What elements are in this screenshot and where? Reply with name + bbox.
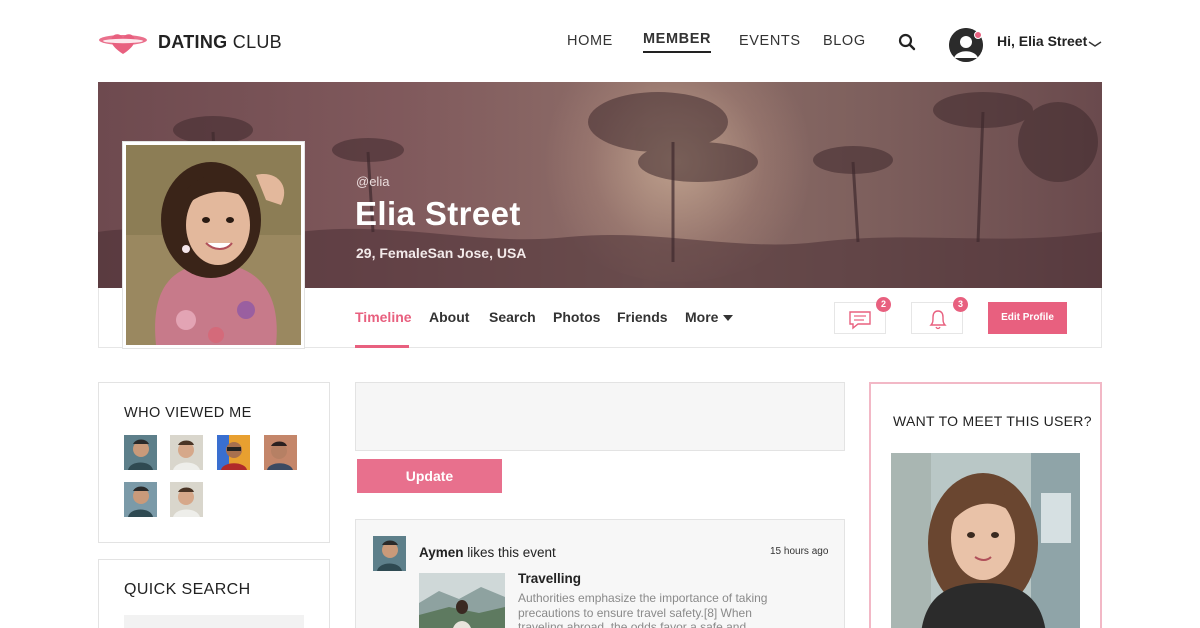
- nav-blog[interactable]: BLOG: [823, 33, 866, 49]
- viewer-avatar[interactable]: [124, 482, 157, 517]
- tab-more[interactable]: More: [685, 309, 734, 325]
- feed-activity-text: Aymen likes this event: [419, 545, 556, 560]
- meet-user-title: WANT TO MEET THIS USER?: [893, 413, 1092, 429]
- meet-user-photo[interactable]: [891, 453, 1080, 628]
- viewer-avatar[interactable]: [264, 435, 297, 470]
- nav-member[interactable]: MEMBER: [643, 31, 712, 53]
- feed-timestamp: 15 hours ago: [770, 546, 829, 557]
- feed-user-avatar[interactable]: [373, 536, 406, 571]
- profile-meta: 29, FemaleSan Jose, USA: [356, 245, 527, 261]
- chevron-down-icon[interactable]: [1088, 36, 1102, 47]
- status-textarea[interactable]: [355, 382, 845, 451]
- viewer-avatar[interactable]: [170, 435, 203, 470]
- top-header: DATING CLUB HOME MEMBER EVENTS BLOG Hi, …: [0, 0, 1200, 82]
- tab-timeline[interactable]: Timeline: [355, 309, 412, 325]
- tab-about[interactable]: About: [429, 309, 469, 325]
- tab-search[interactable]: Search: [489, 309, 536, 325]
- search-icon[interactable]: [898, 33, 916, 51]
- user-greeting[interactable]: Hi, Elia Street: [997, 33, 1087, 49]
- messages-badge: 2: [876, 297, 891, 312]
- quick-search-field[interactable]: [124, 615, 304, 628]
- event-title[interactable]: Travelling: [518, 571, 581, 586]
- profile-photo[interactable]: [123, 142, 304, 348]
- feed-user-name[interactable]: Aymen: [419, 545, 464, 560]
- profile-name: Elia Street: [355, 195, 521, 232]
- tab-photos[interactable]: Photos: [553, 309, 600, 325]
- event-description: Authorities emphasize the importance of …: [518, 591, 768, 628]
- logo[interactable]: DATING CLUB: [98, 28, 282, 56]
- edit-profile-button[interactable]: Edit Profile: [988, 302, 1067, 334]
- event-image[interactable]: [419, 573, 505, 628]
- tab-active-indicator: [355, 345, 409, 348]
- online-status-dot: [974, 31, 982, 39]
- viewer-avatar[interactable]: [217, 435, 250, 470]
- heart-logo-icon: [98, 28, 148, 56]
- update-button[interactable]: Update: [357, 459, 502, 493]
- quick-search-title: QUICK SEARCH: [124, 581, 251, 598]
- nav-events[interactable]: EVENTS: [739, 33, 801, 49]
- who-viewed-title: WHO VIEWED ME: [124, 405, 252, 421]
- brand-name: DATING CLUB: [158, 31, 282, 52]
- viewer-avatar[interactable]: [170, 482, 203, 517]
- caret-down-icon: [723, 315, 734, 322]
- notifications-badge: 3: [953, 297, 968, 312]
- viewer-avatar[interactable]: [124, 435, 157, 470]
- profile-handle: @elia: [356, 174, 390, 189]
- tab-friends[interactable]: Friends: [617, 309, 668, 325]
- nav-home[interactable]: HOME: [567, 33, 613, 49]
